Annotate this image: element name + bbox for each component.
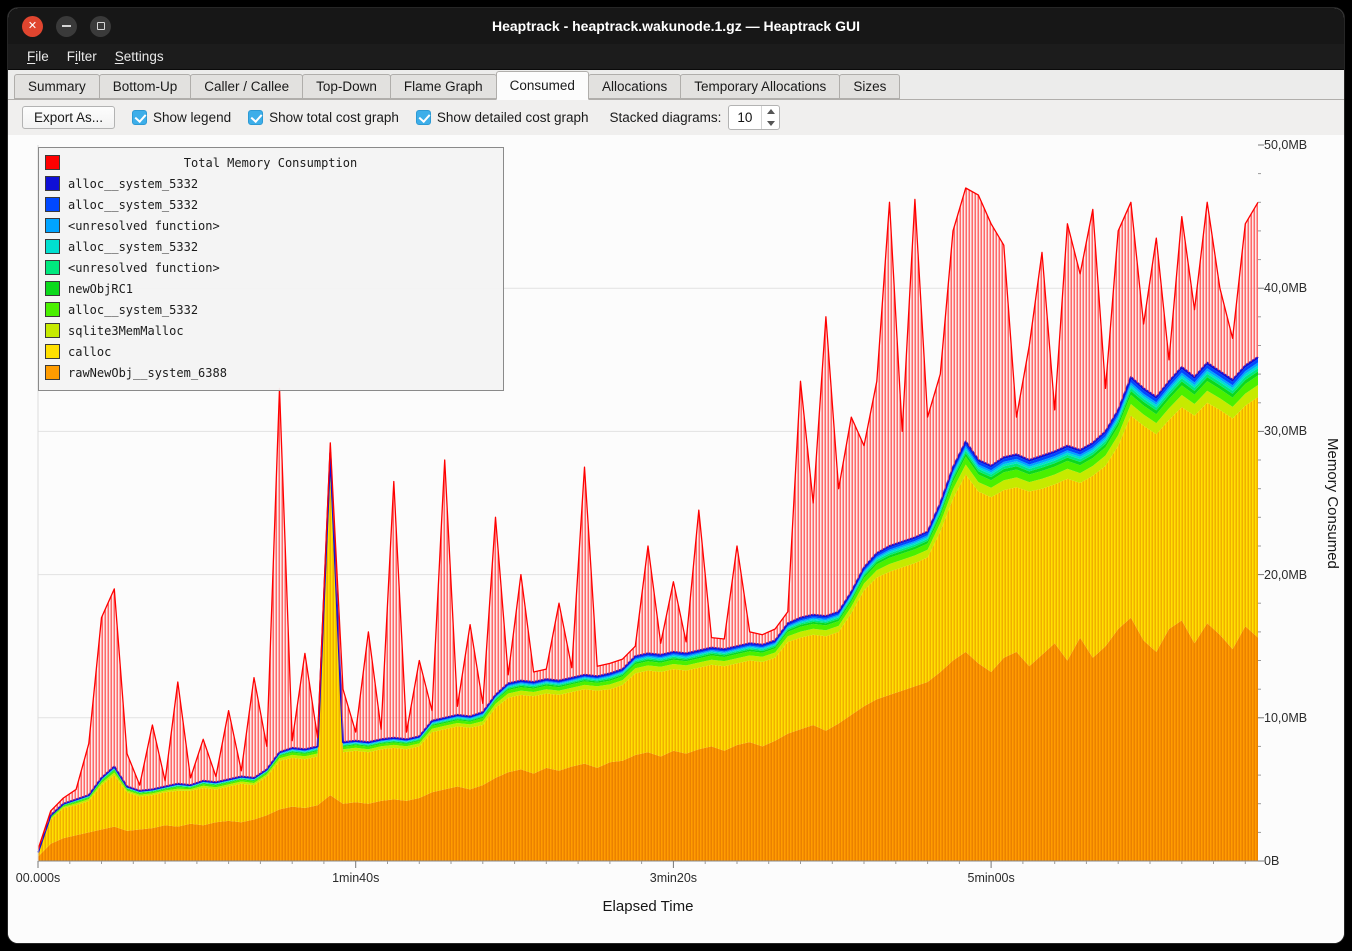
x-axis-title: Elapsed Time bbox=[38, 898, 1258, 915]
spinbox-value: 10 bbox=[729, 106, 761, 129]
legend-label: calloc bbox=[68, 345, 111, 359]
y-tick-label: 10,0MB bbox=[1264, 711, 1307, 725]
x-axis-tick-labels: 00.000s1min40s3min20s5min00s bbox=[38, 871, 1258, 887]
legend-item: alloc__system_5332 bbox=[45, 236, 496, 257]
stacked-diagrams-label: Stacked diagrams: bbox=[610, 110, 722, 125]
checkbox-label: Show legend bbox=[153, 110, 231, 125]
tab-bar: Summary Bottom-Up Caller / Callee Top-Do… bbox=[8, 70, 1344, 100]
tab-temporary-allocations[interactable]: Temporary Allocations bbox=[680, 74, 840, 99]
x-tick-label: 3min20s bbox=[650, 871, 697, 885]
legend-swatch bbox=[45, 344, 60, 359]
menu-settings[interactable]: Settings bbox=[106, 49, 173, 64]
export-as-button[interactable]: Export As... bbox=[22, 106, 115, 129]
checkbox-checked-icon bbox=[248, 110, 263, 125]
minimize-icon bbox=[62, 25, 71, 27]
legend-swatch bbox=[45, 365, 60, 380]
legend-swatch bbox=[45, 281, 60, 296]
legend-label: rawNewObj__system_6388 bbox=[68, 366, 227, 380]
legend-item: calloc bbox=[45, 341, 496, 362]
legend-item: alloc__system_5332 bbox=[45, 299, 496, 320]
checkbox-show-detailed-cost-graph[interactable]: Show detailed cost graph bbox=[416, 110, 589, 125]
spinbox-arrows bbox=[761, 106, 779, 129]
legend-item: <unresolved function> bbox=[45, 257, 496, 278]
tab-allocations[interactable]: Allocations bbox=[588, 74, 681, 99]
checkbox-show-total-cost-graph[interactable]: Show total cost graph bbox=[248, 110, 399, 125]
legend-label: alloc__system_5332 bbox=[68, 198, 198, 212]
tab-summary[interactable]: Summary bbox=[14, 74, 100, 99]
x-tick-label: 00.000s bbox=[16, 871, 60, 885]
checkbox-label: Show detailed cost graph bbox=[437, 110, 589, 125]
app-window: ✕ Heaptrack - heaptrack.wakunode.1.gz — … bbox=[8, 8, 1344, 943]
legend-swatch bbox=[45, 260, 60, 275]
y-tick-label: 20,0MB bbox=[1264, 568, 1307, 582]
y-tick-label: 0B bbox=[1264, 854, 1279, 868]
y-axis-title: Memory Consumed bbox=[1324, 145, 1341, 861]
legend-item: alloc__system_5332 bbox=[45, 194, 496, 215]
y-tick-label: 40,0MB bbox=[1264, 281, 1307, 295]
maximize-icon bbox=[97, 22, 105, 30]
legend-title-row: Total Memory Consumption bbox=[45, 152, 496, 173]
toolbar: Export As... Show legend Show total cost… bbox=[8, 100, 1344, 135]
tab-flame-graph[interactable]: Flame Graph bbox=[390, 74, 497, 99]
legend-label: newObjRC1 bbox=[68, 282, 133, 296]
legend-swatch bbox=[45, 302, 60, 317]
legend-swatch bbox=[45, 239, 60, 254]
legend-item: rawNewObj__system_6388 bbox=[45, 362, 496, 383]
window-controls: ✕ bbox=[22, 16, 111, 37]
close-icon: ✕ bbox=[28, 21, 37, 32]
checkbox-checked-icon bbox=[416, 110, 431, 125]
chart-plot: Total Memory Consumption alloc__system_5… bbox=[38, 145, 1258, 861]
tab-caller-callee[interactable]: Caller / Callee bbox=[190, 74, 303, 99]
chart-legend: Total Memory Consumption alloc__system_5… bbox=[38, 147, 504, 391]
legend-item: alloc__system_5332 bbox=[45, 173, 496, 194]
legend-swatch bbox=[45, 323, 60, 338]
y-tick-label: 50,0MB bbox=[1264, 138, 1307, 152]
x-tick-label: 1min40s bbox=[332, 871, 379, 885]
window-title: Heaptrack - heaptrack.wakunode.1.gz — He… bbox=[8, 18, 1344, 34]
legend-swatch bbox=[45, 176, 60, 191]
tab-bottom-up[interactable]: Bottom-Up bbox=[99, 74, 192, 99]
titlebar: ✕ Heaptrack - heaptrack.wakunode.1.gz — … bbox=[8, 8, 1344, 44]
menu-filter[interactable]: Filter bbox=[58, 49, 106, 64]
stacked-diagrams-spinbox[interactable]: 10 bbox=[728, 105, 780, 130]
menu-file[interactable]: File bbox=[18, 49, 58, 64]
checkbox-label: Show total cost graph bbox=[269, 110, 399, 125]
menubar: File Filter Settings bbox=[8, 44, 1344, 70]
tab-sizes[interactable]: Sizes bbox=[839, 74, 900, 99]
checkbox-checked-icon bbox=[132, 110, 147, 125]
checkbox-show-legend[interactable]: Show legend bbox=[132, 110, 231, 125]
legend-label: alloc__system_5332 bbox=[68, 303, 198, 317]
legend-label: alloc__system_5332 bbox=[68, 240, 198, 254]
legend-label: <unresolved function> bbox=[68, 219, 220, 233]
legend-swatch bbox=[45, 197, 60, 212]
legend-item: <unresolved function> bbox=[45, 215, 496, 236]
tab-top-down[interactable]: Top-Down bbox=[302, 74, 391, 99]
y-tick-label: 30,0MB bbox=[1264, 424, 1307, 438]
spin-up-button[interactable] bbox=[762, 106, 779, 118]
legend-swatch bbox=[45, 218, 60, 233]
legend-rows: alloc__system_5332 alloc__system_5332 <unr… bbox=[45, 173, 496, 383]
spin-down-button[interactable] bbox=[762, 118, 779, 130]
screen: { "window": { "title": "Heaptrack - heap… bbox=[0, 0, 1352, 951]
legend-label: alloc__system_5332 bbox=[68, 177, 198, 191]
legend-title: Total Memory Consumption bbox=[45, 156, 496, 170]
legend-label: sqlite3MemMalloc bbox=[68, 324, 184, 338]
legend-item: sqlite3MemMalloc bbox=[45, 320, 496, 341]
legend-label: <unresolved function> bbox=[68, 261, 220, 275]
maximize-button[interactable] bbox=[90, 16, 111, 37]
x-tick-label: 5min00s bbox=[968, 871, 1015, 885]
tab-consumed[interactable]: Consumed bbox=[496, 71, 589, 100]
consumed-chart-area: Total Memory Consumption alloc__system_5… bbox=[8, 135, 1344, 943]
legend-item: newObjRC1 bbox=[45, 278, 496, 299]
close-button[interactable]: ✕ bbox=[22, 16, 43, 37]
minimize-button[interactable] bbox=[56, 16, 77, 37]
